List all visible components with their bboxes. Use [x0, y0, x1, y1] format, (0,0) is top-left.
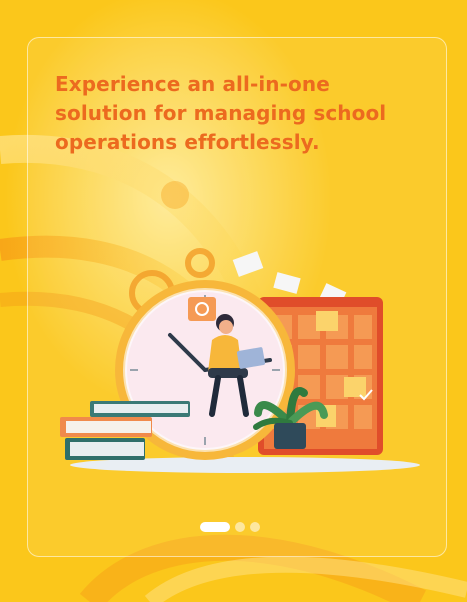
pagination-dot-1[interactable]	[200, 522, 230, 532]
onboarding-headline: Experience an all-in-one solution for ma…	[55, 72, 387, 154]
pagination-dot-2[interactable]	[235, 522, 245, 532]
pagination-dot-3[interactable]	[250, 522, 260, 532]
pagination-indicator	[200, 522, 260, 532]
school-management-illustration-icon	[60, 248, 420, 473]
